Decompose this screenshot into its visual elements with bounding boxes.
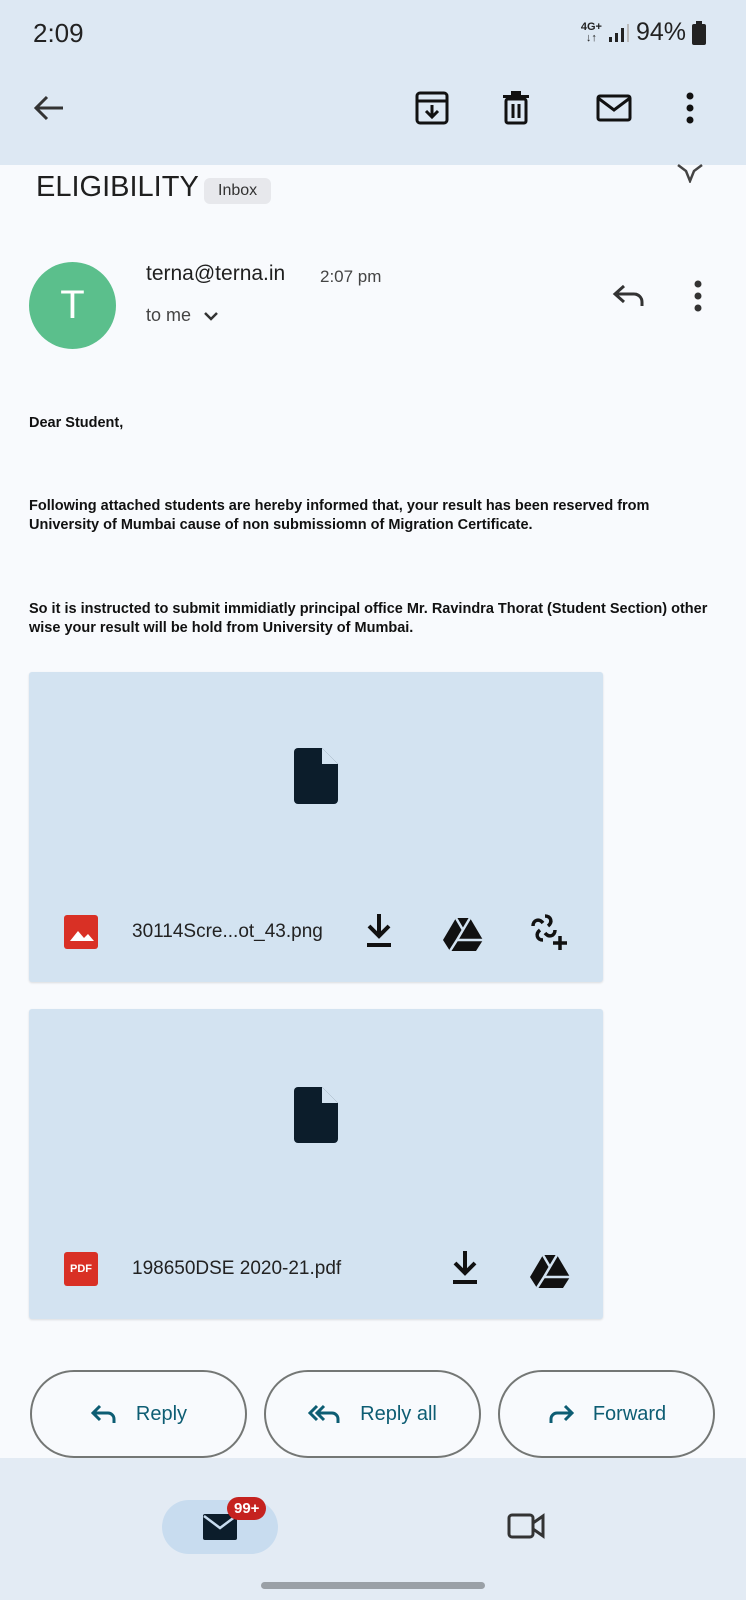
download-icon[interactable] [366, 914, 392, 948]
file-icon [294, 748, 338, 804]
nav-meet-tab[interactable] [498, 1498, 554, 1554]
archive-button[interactable] [404, 80, 460, 136]
unread-count-badge: 99+ [227, 1497, 267, 1520]
reply-all-label: Reply all [360, 1402, 437, 1425]
email-greeting: Dear Student, [29, 415, 124, 431]
back-arrow-icon [33, 95, 63, 121]
forward-label: Forward [592, 1402, 667, 1425]
recipient-toggle[interactable]: to me [146, 305, 219, 326]
signal-icon [608, 23, 629, 42]
gesture-bar[interactable] [261, 1582, 485, 1589]
recipient-label: to me [146, 305, 192, 325]
attachment-name: 30114Scre...ot_43.png [132, 921, 323, 942]
email-paragraph-2: So it is instructed to submit immidiatly… [29, 601, 708, 636]
more-vert-icon [694, 280, 702, 312]
pdf-file-icon: PDF [64, 1252, 98, 1286]
network-type: 4G+ ↓↑ [581, 21, 602, 44]
bottom-navigation [0, 1458, 746, 1600]
reply-label: Reply [135, 1402, 188, 1425]
file-icon [294, 1087, 338, 1143]
email-paragraph-1: Following attached students are hereby i… [29, 498, 650, 533]
reply-all-icon [308, 1404, 340, 1423]
data-arrows-icon: ↓↑ [585, 31, 597, 44]
more-vert-icon [686, 92, 694, 124]
reply-all-button[interactable]: Reply all [264, 1370, 481, 1458]
reply-icon [90, 1404, 116, 1423]
star-icon [677, 164, 703, 185]
battery-percent: 94% [635, 18, 686, 46]
image-file-icon [64, 915, 98, 949]
reply-button[interactable]: Reply [30, 1370, 247, 1458]
more-options-button[interactable] [670, 80, 710, 136]
message-more-button[interactable] [683, 272, 713, 320]
sender-address[interactable]: terna@terna.in [146, 262, 285, 286]
attachment-card-pdf[interactable]: PDF 198650DSE 2020-21.pdf [29, 1009, 603, 1319]
sender-avatar[interactable]: T [29, 262, 116, 349]
delete-button[interactable] [488, 80, 544, 136]
add-to-photos-icon[interactable] [529, 912, 571, 952]
status-time: 2:09 [33, 18, 84, 48]
attachment-name: 198650DSE 2020-21.pdf [132, 1258, 342, 1279]
reply-icon [612, 284, 644, 306]
battery-icon [692, 20, 706, 45]
delete-icon [503, 91, 529, 125]
mark-unread-icon [596, 94, 632, 122]
email-subject: ELIGIBILITY [36, 171, 199, 203]
star-button[interactable] [676, 163, 704, 188]
status-indicators: 4G+ ↓↑ 94% [581, 18, 706, 47]
back-button[interactable] [21, 80, 77, 136]
chevron-down-icon [204, 311, 218, 321]
reply-quick-button[interactable] [604, 270, 654, 320]
drive-icon[interactable] [530, 1254, 570, 1288]
inbox-label-chip[interactable]: Inbox [204, 178, 272, 204]
archive-icon [415, 91, 449, 125]
attachment-card-image[interactable]: 30114Scre...ot_43.png [29, 672, 603, 982]
email-time: 2:07 pm [320, 267, 382, 286]
mark-unread-button[interactable] [586, 80, 642, 136]
forward-button[interactable]: Forward [498, 1370, 715, 1458]
download-icon[interactable] [452, 1251, 478, 1285]
drive-icon[interactable] [443, 917, 483, 951]
video-camera-icon [507, 1513, 545, 1539]
forward-icon [549, 1404, 574, 1423]
